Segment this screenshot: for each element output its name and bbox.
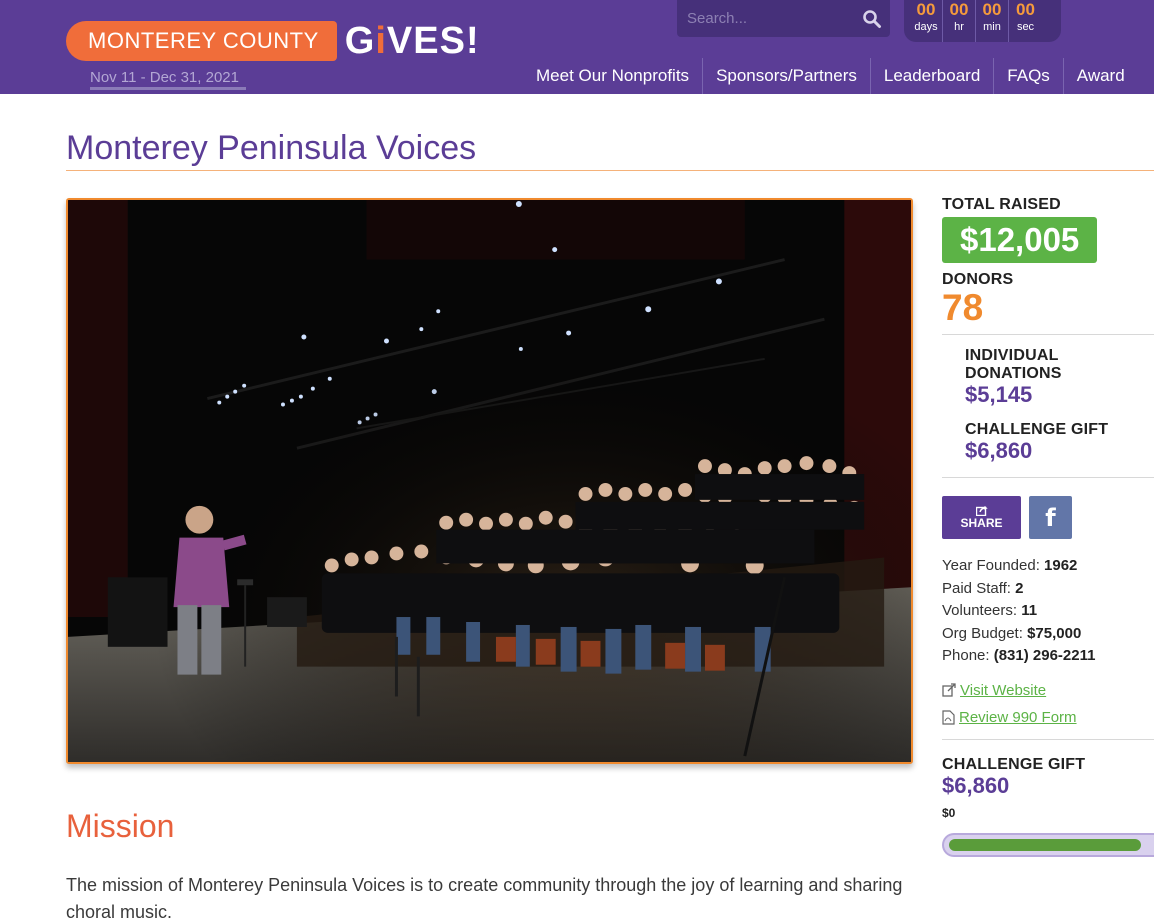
donation-sidebar: TOTAL RAISED $12,005 DONORS 78 INDIVIDUA… (942, 196, 1154, 857)
sidebar-divider (942, 738, 1154, 740)
total-raised-label: TOTAL RAISED (942, 196, 1061, 213)
share-icon (975, 506, 988, 516)
individual-donations-label: INDIVIDUAL DONATIONS (965, 347, 1062, 382)
donors-count: 78 (942, 287, 984, 328)
countdown-hours: 00 hr (943, 0, 976, 42)
logo-gives: GiVES! (344, 20, 480, 62)
fact-year-founded: Year Founded: 1962 (942, 557, 1078, 574)
challenge-progress-fill (949, 838, 1141, 851)
challenge-gift-heading: CHALLENGE GIFT (942, 755, 1086, 773)
search-input[interactable] (677, 0, 857, 37)
mission-heading: Mission (66, 808, 175, 844)
fact-volunteers: Volunteers: 11 (942, 602, 1038, 619)
challenge-gift-section: CHALLENGE GIFT $6,860 $0 (942, 756, 1154, 857)
external-link-icon (942, 683, 956, 697)
facebook-icon: f (1045, 503, 1056, 532)
nav-awards[interactable]: Award (1064, 58, 1138, 94)
nav-faqs[interactable]: FAQs (994, 58, 1064, 94)
sidebar-divider (942, 334, 1154, 335)
total-raised-amount: $12,005 (942, 217, 1098, 263)
countdown-timer: 00 days 00 hr 00 min 00 sec (904, 0, 1061, 42)
nav-leaderboard[interactable]: Leaderboard (871, 58, 995, 94)
sidebar-divider (942, 477, 1154, 478)
individual-donations-amount: $5,145 (965, 382, 1033, 407)
title-divider (66, 170, 1154, 171)
countdown-minutes: 00 min (976, 0, 1009, 42)
search-box (677, 0, 890, 37)
challenge-gift-summary: CHALLENGE GIFT $6,860 (942, 421, 1154, 463)
search-icon[interactable] (862, 9, 882, 29)
organization-facts: Year Founded: 1962 Paid Staff: 2 Volunte… (942, 555, 1154, 668)
site-header: MONTEREY COUNTY GiVES! Nov 11 - Dec 31, … (0, 0, 1154, 94)
nav-sponsors-partners[interactable]: Sponsors/Partners (703, 58, 871, 94)
mission-text: The mission of Monterey Peninsula Voices… (66, 875, 903, 918)
challenge-gift-total: $6,860 (942, 772, 1010, 798)
challenge-gift-label: CHALLENGE GIFT (965, 421, 1109, 438)
facebook-button[interactable]: f (1029, 496, 1072, 539)
challenge-gift-remaining: $0 (942, 805, 956, 820)
fact-org-budget: Org Budget: $75,000 (942, 624, 1082, 642)
share-button[interactable]: SHARE (942, 496, 1021, 539)
visit-website-link[interactable]: Visit Website (942, 677, 1154, 704)
nav-meet-nonprofits[interactable]: Meet Our Nonprofits (523, 58, 704, 94)
logo-county: MONTEREY COUNTY (66, 21, 337, 61)
share-label: SHARE (960, 516, 1003, 530)
main-nav: Meet Our Nonprofits Sponsors/Partners Le… (523, 58, 1138, 94)
challenge-gift-amount: $6,860 (965, 438, 1033, 463)
review-990-form-link[interactable]: Review 990 Form (942, 704, 1154, 731)
fact-phone: Phone: (831) 296-2211 (942, 647, 1096, 664)
challenge-progress-bar (942, 832, 1154, 857)
countdown-seconds: 00 sec (1016, 0, 1035, 33)
individual-donations: INDIVIDUAL DONATIONS $5,145 (942, 347, 1154, 407)
organization-photo (66, 198, 913, 764)
site-logo[interactable]: MONTEREY COUNTY GiVES! (66, 20, 480, 62)
campaign-dates: Nov 11 - Dec 31, 2021 (90, 69, 246, 90)
countdown-days: 00 days (910, 0, 943, 42)
pdf-file-icon (942, 709, 955, 725)
page-title: Monterey Peninsula Voices (66, 129, 477, 167)
fact-paid-staff: Paid Staff: 2 (942, 579, 1024, 597)
share-row: SHARE f (942, 496, 1154, 539)
